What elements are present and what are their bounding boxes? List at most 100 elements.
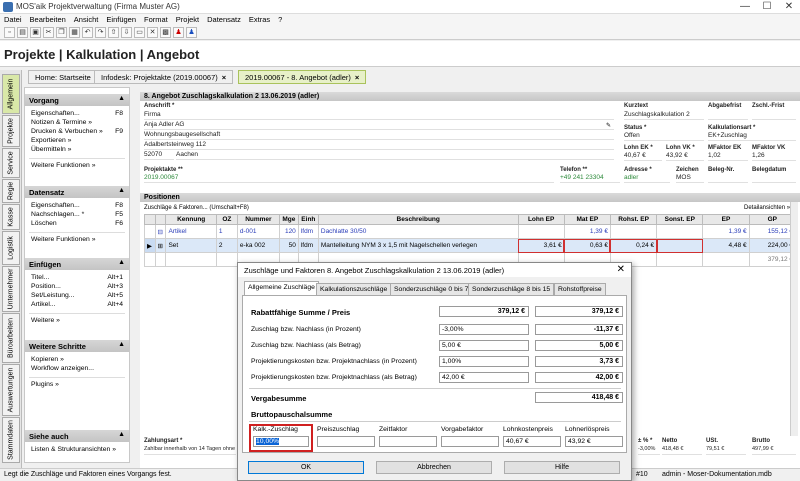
table-scrollbar[interactable] xyxy=(790,202,798,436)
menu-help[interactable]: ? xyxy=(274,14,286,25)
belegnr-field[interactable] xyxy=(708,174,748,183)
table-cell[interactable]: 2 xyxy=(215,238,238,253)
table-cell[interactable]: 50 xyxy=(278,238,299,253)
table-row[interactable]: ⊟ Artikel 1 d-001 120 lfdm Dachlatte 30/… xyxy=(144,224,797,239)
tab-angebot[interactable]: 2019.00067 - 8. Angebot (adler) × xyxy=(238,70,367,84)
delete-icon[interactable]: ✕ xyxy=(147,27,158,38)
tab-rohstoffpreise[interactable]: Rohstoffpreise xyxy=(554,283,606,295)
table-cell[interactable]: Artikel xyxy=(165,224,217,239)
preview-icon[interactable]: ▣ xyxy=(30,27,41,38)
vorgabefaktor-input[interactable] xyxy=(441,436,499,447)
move-down-icon[interactable]: ⇩ xyxy=(121,27,132,38)
table-cell[interactable]: Dachlatte 30/50 xyxy=(317,224,519,239)
col-oz[interactable]: OZ xyxy=(215,214,238,225)
tab-allgemeine-zuschlaege[interactable]: Allgemeine Zuschläge xyxy=(244,281,319,295)
kurztext-field[interactable]: Zuschlagskalkulation 2 xyxy=(624,111,704,120)
expand-icon[interactable]: ⊟ xyxy=(154,224,167,239)
menu-ansicht[interactable]: Ansicht xyxy=(70,14,103,25)
col-mat-ep[interactable]: Mat EP xyxy=(563,214,611,225)
menu-item[interactable]: Notizen & Termine » xyxy=(25,119,129,128)
plz-field[interactable]: 52070 xyxy=(144,151,174,160)
plugins-link[interactable]: Plugins » xyxy=(25,381,129,390)
menu-item[interactable]: Listen & Strukturansichten » xyxy=(25,446,129,455)
edit-address-icon[interactable]: ✎ xyxy=(606,122,611,129)
sidetab-service[interactable]: Service xyxy=(2,148,20,178)
paste-icon[interactable]: ▦ xyxy=(69,27,80,38)
section-siehe-header[interactable]: Siehe auch ▲ xyxy=(25,430,129,442)
anschrift-line[interactable]: Wohnungsbaugesellschaft xyxy=(144,131,614,140)
col-ep[interactable]: EP xyxy=(702,214,750,225)
col-nummer[interactable]: Nummer xyxy=(236,214,280,225)
zahlungsart-field[interactable]: Zahlbar innerhalb von 14 Tagen ohne xyxy=(144,446,236,455)
menu-item[interactable]: Übermitteln » xyxy=(25,146,129,155)
menu-bearbeiten[interactable]: Bearbeiten xyxy=(26,14,70,25)
close-tab-icon[interactable]: × xyxy=(355,73,359,82)
table-cell[interactable]: Mantelleitung NYM 3 x 1,5 mit Nagelschel… xyxy=(317,238,519,253)
sidetab-bueroarbeiten[interactable]: Büroarbeiten xyxy=(2,313,20,363)
close-window-button[interactable]: ✕ xyxy=(778,0,800,14)
collapse-icon[interactable]: ▲ xyxy=(118,341,125,348)
section-vorgang-header[interactable]: Vorgang ▲ xyxy=(25,94,129,106)
table-cell[interactable]: 155,12 € xyxy=(748,224,797,239)
lohnvk-field[interactable]: 43,92 € xyxy=(666,152,704,161)
anschrift-line[interactable]: Anja Adler AG xyxy=(144,121,614,130)
pct-field[interactable]: -3,00% xyxy=(638,446,660,455)
anschrift-line[interactable]: Firma xyxy=(144,111,614,120)
table-cell[interactable]: 0,63 € xyxy=(563,238,611,253)
detail-views-link[interactable]: Detailansichten » xyxy=(744,205,790,211)
anschrift-line[interactable]: Adalbertsteinweg 112 xyxy=(144,141,614,150)
status-field[interactable]: Offen xyxy=(624,132,704,141)
menu-projekt[interactable]: Projekt xyxy=(172,14,203,25)
collapse-icon[interactable]: ▲ xyxy=(118,187,125,194)
belegdatum-field[interactable] xyxy=(752,174,796,183)
menu-item[interactable]: Nachschlagen... * F5 xyxy=(25,211,129,220)
section-einfuegen-header[interactable]: Einfügen ▲ xyxy=(25,258,129,270)
more-link[interactable]: Weitere » xyxy=(25,317,129,326)
sidetab-regie[interactable]: Regie xyxy=(2,179,20,203)
col-lohn-ep[interactable]: Lohn EP xyxy=(517,214,565,225)
abgabefrist-field[interactable] xyxy=(708,111,748,120)
sidetab-auswertungen[interactable]: Auswertungen xyxy=(2,364,20,416)
zuschlaege-link[interactable]: Zuschläge & Faktoren... (Umschalt+F8) xyxy=(144,205,249,211)
projektierung-betrag-input[interactable]: 42,00 € xyxy=(439,372,529,383)
table-cell[interactable]: 1 xyxy=(215,224,238,239)
table-cell[interactable]: d-001 xyxy=(236,224,280,239)
menu-item[interactable]: Titel... Alt+1 xyxy=(25,274,129,283)
table-cell[interactable]: lfdm xyxy=(297,224,319,239)
menu-item[interactable]: Workflow anzeigen... xyxy=(25,365,129,374)
table-cell[interactable] xyxy=(656,238,704,253)
ort-field[interactable]: Aachen xyxy=(176,151,614,160)
redo-icon[interactable]: ↷ xyxy=(95,27,106,38)
sidetab-projekte[interactable]: Projekte xyxy=(2,115,20,147)
table-cell[interactable]: 120 xyxy=(278,224,299,239)
projektierung-prozent-input[interactable]: 1,00% xyxy=(439,356,529,367)
table-cell[interactable] xyxy=(517,224,565,239)
tab-kalkulationszuschlaege[interactable]: Kalkulationszuschläge xyxy=(316,283,392,295)
tab-infodesk[interactable]: Infodesk: Projektakte (2019.00067) × xyxy=(94,70,234,84)
zuschlag-prozent-input[interactable]: -3,00% xyxy=(439,324,529,335)
lohnerloespreis-input[interactable]: 43,92 € xyxy=(565,436,623,447)
col-beschreibung[interactable]: Beschreibung xyxy=(317,214,519,225)
move-up-icon[interactable]: ⇧ xyxy=(108,27,119,38)
more-functions-link[interactable]: Weitere Funktionen » xyxy=(25,162,129,171)
tab-sonderzuschlaege-0-7[interactable]: Sonderzuschläge 0 bis 7 xyxy=(390,283,473,295)
menu-item[interactable]: Eigenschaften... F8 xyxy=(25,202,129,211)
menu-item[interactable]: Set/Leistung... Alt+5 xyxy=(25,292,129,301)
copy-icon[interactable]: ❐ xyxy=(56,27,67,38)
kalk-zuschlag-input[interactable]: 10,00% xyxy=(253,436,309,447)
expand-icon[interactable]: ⊞ xyxy=(154,238,167,253)
insert-icon[interactable]: ▭ xyxy=(134,27,145,38)
menu-item[interactable]: Position... Alt+3 xyxy=(25,283,129,292)
calc-icon[interactable]: ▩ xyxy=(160,27,171,38)
table-cell[interactable] xyxy=(609,224,658,239)
kalkart-field[interactable]: EK+Zuschlag xyxy=(708,132,796,141)
user-blue-icon[interactable]: ♟ xyxy=(186,27,197,38)
table-cell[interactable]: Set xyxy=(165,238,217,253)
col-kennung[interactable]: Kennung xyxy=(165,214,217,225)
menu-item[interactable]: Kopieren » xyxy=(25,356,129,365)
undo-icon[interactable]: ↶ xyxy=(82,27,93,38)
tab-sonderzuschlaege-8-15[interactable]: Sonderzuschläge 8 bis 15 xyxy=(468,283,555,295)
close-tab-icon[interactable]: × xyxy=(222,73,226,82)
minimize-button[interactable]: — xyxy=(734,0,756,14)
menu-extras[interactable]: Extras xyxy=(245,14,274,25)
